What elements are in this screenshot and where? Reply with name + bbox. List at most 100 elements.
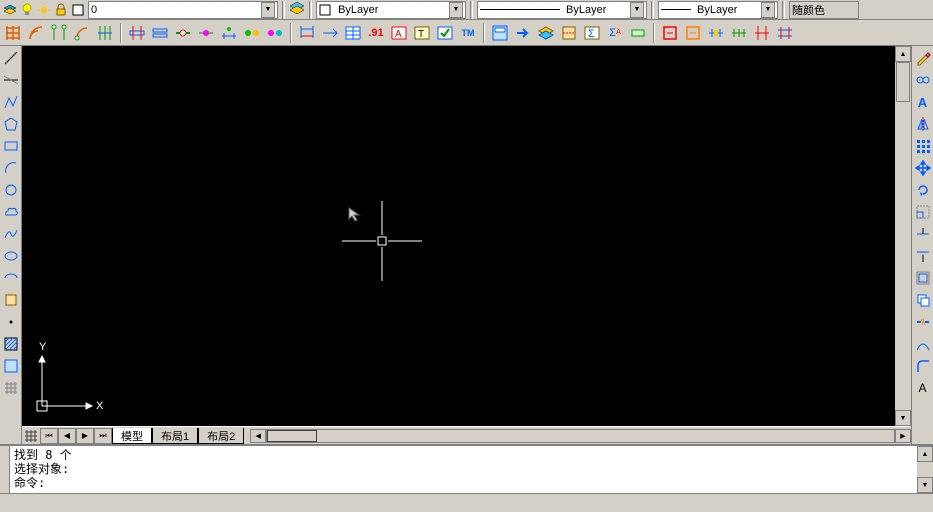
rotate-icon[interactable] xyxy=(913,180,933,200)
tb-arc-axis-icon[interactable] xyxy=(71,22,93,44)
tb-grid-icon[interactable] xyxy=(2,22,24,44)
tb-text-box-icon[interactable]: T xyxy=(411,22,433,44)
cloud-icon[interactable] xyxy=(1,202,21,222)
linetype-dropdown[interactable]: ByLayer ▼ xyxy=(316,1,466,19)
offset-icon[interactable] xyxy=(913,268,933,288)
layer-dropdown[interactable]: 0 ▼ xyxy=(88,1,278,19)
tb-beam2-icon[interactable] xyxy=(149,22,171,44)
spline-icon[interactable] xyxy=(913,334,933,354)
tb-arc-grid-icon[interactable] xyxy=(25,22,47,44)
tab-layout2[interactable]: 布局2 xyxy=(198,428,244,444)
tb-joint-dim-icon[interactable] xyxy=(705,22,727,44)
vertical-scrollbar[interactable]: ▲ ▼ xyxy=(895,46,911,426)
tab-model[interactable]: 模型 xyxy=(112,428,152,444)
tb-element-icon[interactable] xyxy=(627,22,649,44)
tab-next-icon[interactable]: ▶ xyxy=(76,428,94,444)
ellipse-icon[interactable] xyxy=(1,246,21,266)
color-dropdown[interactable]: 随颜色 xyxy=(789,1,859,19)
tab-last-icon[interactable]: ⏭ xyxy=(94,428,112,444)
tb-tm-icon[interactable]: TM xyxy=(457,22,479,44)
tb-text-check-icon[interactable] xyxy=(434,22,456,44)
tb-red-frame-icon[interactable] xyxy=(659,22,681,44)
tab-layout1[interactable]: 布局1 xyxy=(152,428,198,444)
region-icon[interactable] xyxy=(1,356,21,376)
tb-dot-join-icon[interactable] xyxy=(195,22,217,44)
link-icon[interactable] xyxy=(913,70,933,90)
scroll-left-icon[interactable]: ◀ xyxy=(250,429,266,443)
cmd-grip-icon[interactable] xyxy=(0,446,10,493)
color-swatch-icon[interactable] xyxy=(70,2,86,18)
arc-cmd-icon[interactable] xyxy=(1,158,21,178)
tb-text-red-icon[interactable]: A xyxy=(388,22,410,44)
cmd-scrollbar[interactable]: ▲ ▼ xyxy=(917,446,933,493)
lineweight-dropdown[interactable]: ByLayer ▼ xyxy=(477,1,647,19)
tb-orange-frame-icon[interactable] xyxy=(682,22,704,44)
hatch-icon[interactable] xyxy=(1,334,21,354)
rect-icon[interactable] xyxy=(1,136,21,156)
point-icon[interactable] xyxy=(1,312,21,332)
tb-dim-linear-icon[interactable] xyxy=(296,22,318,44)
layer-stack-icon[interactable] xyxy=(2,2,18,18)
scroll-up-icon[interactable]: ▲ xyxy=(895,46,911,62)
tb-wall-join-icon[interactable] xyxy=(172,22,194,44)
tb-sigma-a-icon[interactable]: ΣA xyxy=(604,22,626,44)
tb-window-icon[interactable] xyxy=(489,22,511,44)
line-icon[interactable] xyxy=(1,48,21,68)
earc-icon[interactable] xyxy=(1,268,21,288)
spline-cmd-icon[interactable] xyxy=(1,224,21,244)
tb-beam-icon[interactable] xyxy=(126,22,148,44)
tb-arrow-right-icon[interactable] xyxy=(512,22,534,44)
move-icon[interactable] xyxy=(913,158,933,178)
circle-icon[interactable] xyxy=(1,180,21,200)
drawing-canvas[interactable]: X Y xyxy=(22,46,895,426)
block-icon[interactable] xyxy=(1,290,21,310)
command-text[interactable]: 找到 8 个 选择对象: 命令: xyxy=(10,446,917,493)
array-icon[interactable] xyxy=(913,136,933,156)
text-icon[interactable]: A xyxy=(913,378,933,398)
lock-icon[interactable] xyxy=(53,2,69,18)
tb-dim-91-icon[interactable]: .91 xyxy=(365,22,387,44)
tb-rebar1-icon[interactable] xyxy=(241,22,263,44)
tb-section-icon[interactable] xyxy=(558,22,580,44)
scale-icon[interactable] xyxy=(913,202,933,222)
copy-icon[interactable] xyxy=(913,290,933,310)
tb-dim-continue-icon[interactable] xyxy=(319,22,341,44)
grid-toggle-icon[interactable] xyxy=(22,428,40,444)
break-icon[interactable] xyxy=(913,312,933,332)
grid-small-icon[interactable] xyxy=(1,378,21,398)
tb-rebar2-icon[interactable] xyxy=(264,22,286,44)
tb-span-dim-icon[interactable] xyxy=(728,22,750,44)
hscroll-thumb[interactable] xyxy=(267,430,317,442)
mirror-icon[interactable] xyxy=(913,114,933,134)
extend-icon[interactable] xyxy=(913,246,933,266)
scroll-down-icon[interactable]: ▼ xyxy=(895,410,911,426)
tb-sum-icon[interactable]: Σ xyxy=(581,22,603,44)
tb-beam-dim-icon[interactable] xyxy=(774,22,796,44)
tb-dim-beam-icon[interactable] xyxy=(218,22,240,44)
tab-prev-icon[interactable]: ◀ xyxy=(58,428,76,444)
horizontal-scrollbar[interactable]: ◀ ▶ xyxy=(250,429,911,443)
tb-col-grid-icon[interactable] xyxy=(94,22,116,44)
scroll-thumb[interactable] xyxy=(896,62,910,102)
fillet-icon[interactable] xyxy=(913,356,933,376)
scroll-right-icon[interactable]: ▶ xyxy=(895,429,911,443)
layer-manager-icon[interactable] xyxy=(289,0,305,19)
font-icon[interactable]: A xyxy=(913,92,933,112)
sun-icon[interactable] xyxy=(36,2,52,18)
tb-layer-stack-icon[interactable] xyxy=(535,22,557,44)
scroll-up-icon[interactable]: ▲ xyxy=(917,446,933,462)
bulb-on-icon[interactable] xyxy=(19,2,35,18)
trim-icon[interactable] xyxy=(913,224,933,244)
tb-col-dim-icon[interactable] xyxy=(751,22,773,44)
xline-icon[interactable] xyxy=(1,70,21,90)
scroll-track[interactable] xyxy=(895,62,911,410)
polygon-icon[interactable] xyxy=(1,114,21,134)
tb-table-icon[interactable] xyxy=(342,22,364,44)
tab-first-icon[interactable]: ⏮ xyxy=(40,428,58,444)
plotstyle-dropdown[interactable]: ByLayer ▼ xyxy=(658,1,778,19)
pline-icon[interactable] xyxy=(1,92,21,112)
tb-axis-net-icon[interactable] xyxy=(48,22,70,44)
pencil-icon[interactable] xyxy=(913,48,933,68)
hscroll-track[interactable] xyxy=(266,429,895,443)
scroll-down-icon[interactable]: ▼ xyxy=(917,477,933,493)
